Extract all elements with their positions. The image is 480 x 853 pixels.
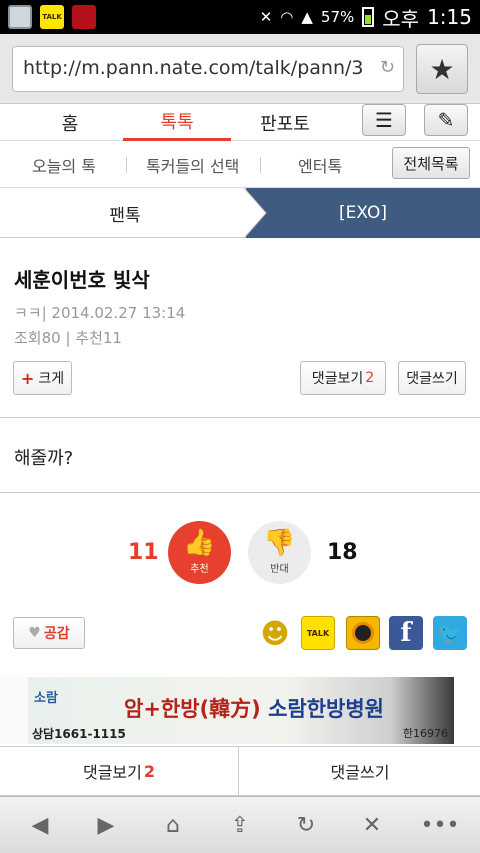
empathy-label: 공감 (43, 626, 70, 642)
ad-logo: 소람 (34, 691, 58, 706)
me2day-icon[interactable]: ☻ (258, 616, 292, 650)
browser-url-bar: http://m.pann.nate.com/talk/pann/3 ↻ ★ (0, 34, 480, 104)
mute-icon: ✕ (259, 8, 273, 26)
url-input[interactable]: http://m.pann.nate.com/talk/pann/3 ↻ (12, 46, 404, 92)
comment-bar-count: 2 (143, 761, 156, 781)
reload-icon[interactable]: ↻ (286, 809, 326, 841)
comment-bar: 댓글보기 2 댓글쓰기 (0, 746, 480, 796)
breadcrumb: [EXO] 팬톡 (0, 188, 480, 238)
heart-icon: ♥ (28, 625, 41, 641)
bookmark-button[interactable]: ★ (416, 44, 468, 94)
home-icon[interactable]: ⌂ (153, 809, 193, 841)
facebook-share-icon[interactable]: f (389, 616, 423, 650)
oppose-button[interactable]: 👎 반대 (248, 521, 311, 584)
close-icon[interactable]: ✕ (352, 809, 392, 841)
font-bigger-label: 크게 (38, 371, 65, 387)
divider (0, 417, 480, 418)
wifi-icon: ◠ (280, 8, 294, 26)
battery-percent: 57% (320, 8, 355, 26)
back-icon[interactable]: ◀ (20, 809, 60, 841)
app-icon (72, 5, 96, 29)
more-icon[interactable]: ••• (420, 809, 460, 841)
thumbs-down-icon: 👎 (263, 528, 296, 558)
subnav-divider (126, 157, 127, 173)
view-comments-label: 댓글보기 (311, 371, 364, 387)
post-stats: 조회80 | 추천11 (14, 329, 122, 347)
divider (0, 492, 480, 493)
ad-banner[interactable]: 소람 상담1661-1115 암+한방(韓方) 소람한방병원 한16976 (28, 677, 454, 744)
oppose-label: 반대 (270, 564, 289, 575)
recommend-count: 11 (128, 540, 159, 565)
thumbs-up-icon: 👍 (183, 528, 216, 558)
user-list-icon: ☰ (375, 108, 393, 132)
forward-icon[interactable]: ▶ (86, 809, 126, 841)
subnav-talkers-choice[interactable]: 톡커들의 선택 (146, 153, 239, 177)
write-post-button[interactable]: ✎ (424, 104, 468, 136)
font-bigger-button[interactable]: + 크게 (13, 361, 72, 395)
kakaotalk-icon: TALK (40, 5, 64, 29)
comment-bar-view-button[interactable]: 댓글보기 2 (0, 747, 239, 795)
all-list-button[interactable]: 전체목록 (392, 147, 470, 179)
ad-license: 한16976 (402, 727, 448, 740)
ad-headline: 암+한방(韓方) 소람한방병원 (124, 693, 384, 723)
comment-count: 2 (365, 370, 375, 386)
signal-icon: ▲ (301, 8, 313, 26)
subnav-enter-talk[interactable]: 엔터톡 (298, 153, 342, 177)
share-icon[interactable]: ⇪ (220, 809, 260, 841)
kakaostory-share-icon[interactable] (346, 616, 380, 650)
post-body: 해줄까? (14, 448, 74, 469)
nav-toktok[interactable]: 톡톡 (123, 104, 231, 141)
reload-small-icon[interactable]: ↻ (380, 57, 395, 78)
ad-frame (0, 677, 28, 744)
comment-bar-write-button[interactable]: 댓글쓰기 (240, 747, 480, 795)
browser-toolbar: ◀ ▶ ⌂ ⇪ ↻ ✕ ••• (0, 796, 480, 853)
kakaotalk-share-icon[interactable]: TALK (301, 616, 335, 650)
subnav-divider (260, 157, 261, 173)
sub-nav: 오늘의 톡 톡커들의 선택 엔터톡 전체목록 (0, 141, 480, 188)
twitter-share-icon[interactable]: 🐦 (433, 616, 467, 650)
subnav-today-talk[interactable]: 오늘의 톡 (32, 153, 96, 177)
top-nav: 홈 톡톡 판포토 ☰ ✎ (0, 104, 480, 141)
ad-headline-red: 암+한방(韓方) (124, 697, 261, 721)
view-comments-button[interactable]: 댓글보기 2 (300, 361, 386, 395)
recommend-label: 추천 (190, 564, 209, 575)
ad-phone: 상담1661-1115 (32, 727, 126, 741)
battery-icon (362, 7, 375, 27)
kakaotalk-badge-text: TALK (42, 13, 62, 21)
my-page-button[interactable]: ☰ (362, 104, 406, 136)
recommend-button[interactable]: 👍 추천 (168, 521, 231, 584)
status-bar: TALK ✕ ◠ ▲ 57% 오후 1:15 (0, 0, 480, 34)
comment-bar-view-label: 댓글보기 (82, 763, 142, 782)
write-comment-button[interactable]: 댓글쓰기 (398, 361, 466, 395)
breadcrumb-category[interactable]: [EXO] (246, 188, 480, 238)
breadcrumb-section[interactable]: 팬톡 (0, 188, 250, 238)
post-author-date: ㅋㅋ| 2014.02.27 13:14 (14, 304, 186, 322)
star-icon: ★ (429, 52, 455, 86)
pencil-icon: ✎ (437, 108, 455, 132)
ampm: 오후 (382, 6, 420, 31)
oppose-count: 18 (327, 540, 358, 565)
url-text: http://m.pann.nate.com/talk/pann/3 (23, 57, 364, 79)
nav-panphoto[interactable]: 판포토 (231, 104, 339, 141)
nav-home[interactable]: 홈 (10, 104, 130, 141)
post-title: 세훈이번호 빛삭 (14, 268, 150, 292)
empathy-button[interactable]: ♥ 공감 (13, 617, 85, 649)
clock: 1:15 (427, 5, 472, 29)
gallery-icon (8, 5, 32, 29)
plus-icon: + (20, 368, 35, 388)
ad-headline-blue: 소람한방병원 (268, 697, 384, 721)
